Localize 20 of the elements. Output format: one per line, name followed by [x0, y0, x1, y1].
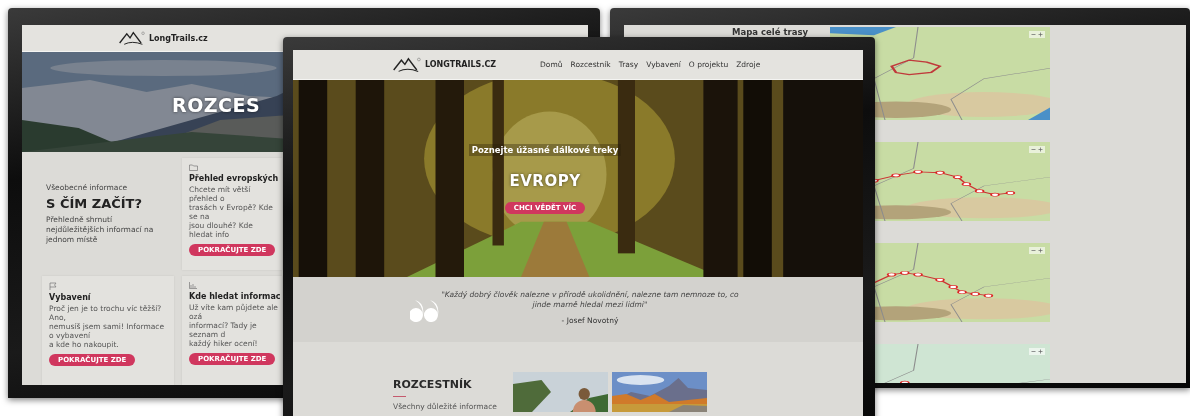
plus-icon[interactable] — [1038, 147, 1043, 152]
mountain-logo-icon — [119, 30, 145, 46]
minus-icon[interactable] — [1031, 248, 1036, 253]
zoom-control[interactable] — [1029, 247, 1045, 254]
zoom-control[interactable] — [1029, 146, 1045, 153]
site-logo-text[interactable]: LongTrails.cz — [149, 33, 208, 43]
folder-icon — [189, 164, 198, 171]
map-title: Mapa celé trasy — [732, 27, 808, 38]
plus-icon[interactable] — [1038, 349, 1043, 354]
section-title: S ČÍM ZAČÍT? — [46, 196, 143, 212]
chart-icon — [189, 282, 197, 289]
plus-icon[interactable] — [1038, 248, 1043, 253]
card-title: Přehled evropských — [189, 174, 279, 183]
card-title: Vybavení — [49, 293, 91, 302]
flag-icon — [49, 282, 57, 290]
zoom-control[interactable] — [1029, 348, 1045, 355]
minus-icon[interactable] — [1031, 349, 1036, 354]
section-title: ROZCESTNÍK — [393, 378, 473, 391]
minus-icon[interactable] — [1031, 147, 1036, 152]
card-title: Kde hledat informac — [189, 292, 281, 301]
